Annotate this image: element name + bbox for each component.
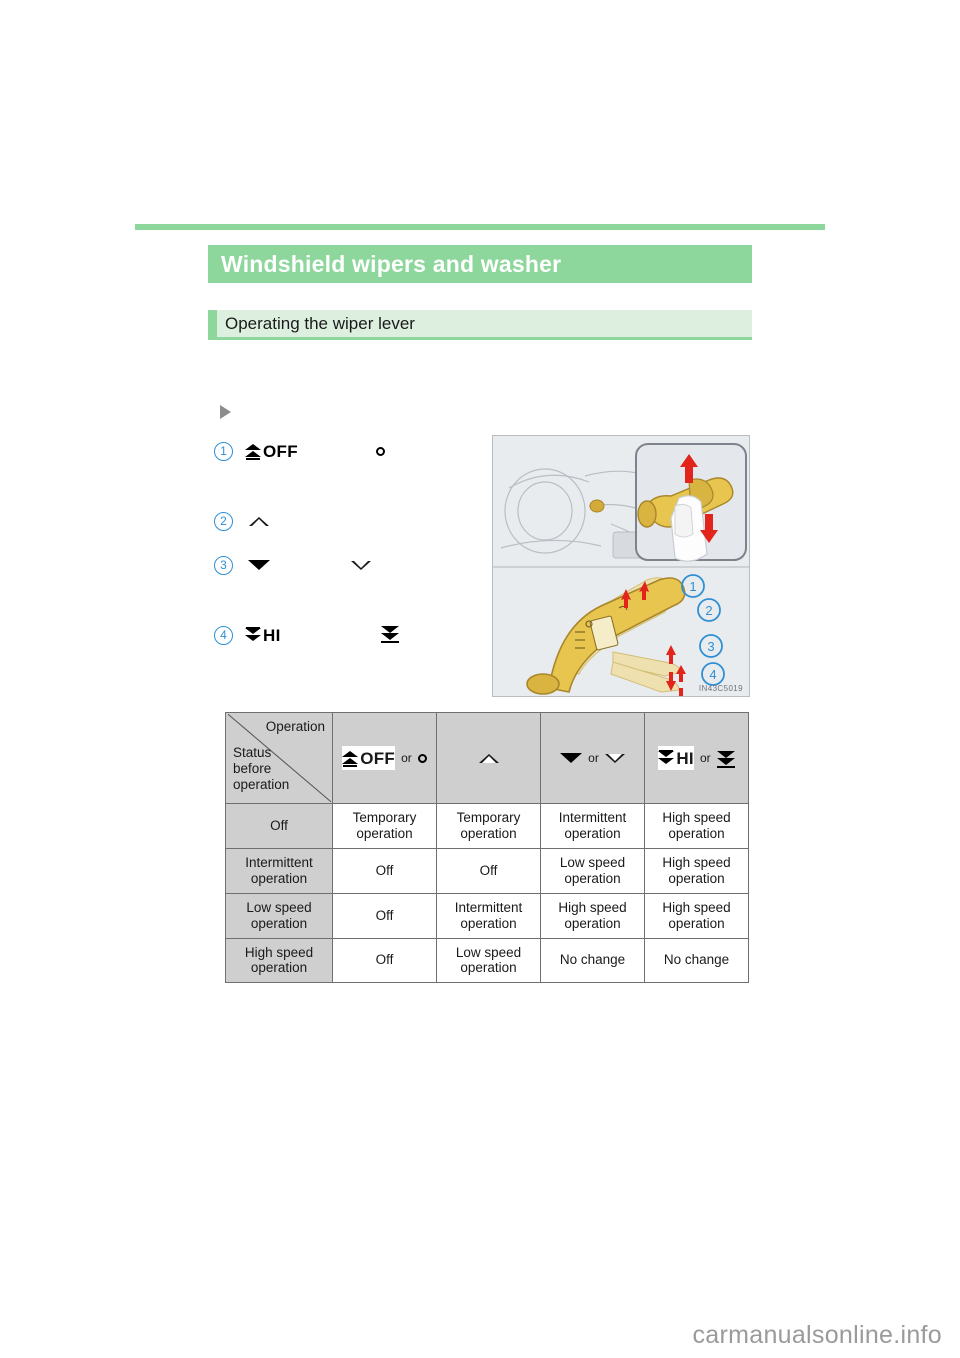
section-heading-bar: Operating the wiper lever bbox=[208, 310, 752, 340]
table-header-up bbox=[436, 712, 541, 804]
corner-row-label-line1: Status bbox=[233, 745, 272, 760]
list-item-4: 4 HI bbox=[214, 622, 286, 648]
cell-3-3: No change bbox=[644, 937, 749, 984]
corner-row-label-line3: operation bbox=[233, 777, 290, 793]
wiper-hi-glyph bbox=[245, 626, 261, 644]
cell-1-3: High speed operation bbox=[644, 847, 749, 894]
wiper-hi-icon: HI bbox=[240, 623, 286, 647]
wiper-hi-icon-header: HI bbox=[658, 746, 694, 770]
cell-2-3: High speed operation bbox=[644, 892, 749, 939]
illustration-art: 1 2 3 4 bbox=[493, 436, 749, 696]
triangle-up-open-glyph bbox=[249, 516, 269, 526]
mist-dot-icon bbox=[370, 439, 391, 463]
table-header-down: or bbox=[540, 712, 645, 804]
table-row: Intermittent operation Off Off Low speed… bbox=[225, 847, 749, 894]
cell-0-2: Intermittent operation bbox=[540, 803, 645, 849]
table-row: Off Temporary operation Temporary operat… bbox=[225, 803, 749, 849]
section-title: Operating the wiper lever bbox=[225, 314, 415, 333]
triangle-up-open-icon bbox=[240, 509, 278, 533]
callout-number-1: 1 bbox=[214, 441, 233, 461]
callout-number-3: 3 bbox=[214, 555, 233, 575]
wiper-operation-table: Operation Status before operation OFF or bbox=[225, 712, 749, 984]
triangle-down-solid-glyph bbox=[560, 753, 583, 763]
header-hi-label: HI bbox=[676, 748, 694, 768]
cell-3-0: Off bbox=[332, 937, 437, 984]
callout-number-2: 2 bbox=[214, 511, 233, 531]
row-status-2: Low speed operation bbox=[225, 892, 333, 939]
page-title: Windshield wipers and washer bbox=[221, 250, 562, 277]
header-hi-or: or bbox=[699, 750, 711, 765]
table-row: High speed operation Off Low speed opera… bbox=[225, 937, 749, 984]
triangle-down-solid-icon bbox=[240, 553, 278, 577]
header-off-or: or bbox=[401, 750, 412, 765]
table-corner-cell: Operation Status before operation bbox=[225, 712, 333, 804]
watermark: carmanualsonline.info bbox=[692, 1321, 942, 1349]
svg-text:3: 3 bbox=[707, 639, 714, 654]
header-down-or: or bbox=[588, 750, 599, 765]
wiper-hi-alt-glyph bbox=[381, 624, 399, 643]
triangle-down-open-icon bbox=[342, 553, 380, 577]
triangle-up-open-glyph bbox=[478, 753, 499, 763]
table-row: Low speed operation Off Intermittent ope… bbox=[225, 892, 749, 939]
list-item-3: 3 bbox=[214, 552, 278, 578]
svg-text:1: 1 bbox=[689, 579, 696, 594]
cell-1-1: Off bbox=[436, 847, 541, 894]
cell-0-3: High speed operation bbox=[644, 803, 749, 849]
svg-text:4: 4 bbox=[709, 667, 716, 682]
row-status-0: Off bbox=[225, 803, 333, 849]
svg-text:2: 2 bbox=[705, 603, 712, 618]
row-status-1: Intermittent operation bbox=[225, 847, 333, 894]
cell-2-0: Off bbox=[332, 892, 437, 939]
figure-code: IN43C5019 bbox=[698, 684, 743, 693]
table-header-row: Operation Status before operation OFF or bbox=[225, 712, 749, 804]
callout-number-4: 4 bbox=[214, 625, 233, 645]
cell-2-2: High speed operation bbox=[540, 892, 645, 939]
wiper-hi-alt-icon bbox=[371, 621, 409, 645]
triangle-down-open-glyph bbox=[351, 560, 371, 570]
corner-column-label: Operation bbox=[265, 719, 325, 734]
table-header-hi: HI or bbox=[644, 712, 749, 804]
wiper-off-glyph bbox=[342, 750, 359, 767]
cell-2-1: Intermittent operation bbox=[436, 892, 541, 939]
wiper-off-glyph bbox=[245, 443, 261, 460]
chapter-title-bar: Windshield wipers and washer bbox=[208, 245, 752, 283]
triangle-down-open-glyph bbox=[604, 753, 625, 763]
triangle-down-solid-glyph bbox=[248, 560, 270, 570]
cell-1-0: Off bbox=[332, 847, 437, 894]
row-status-3: High speed operation bbox=[225, 937, 333, 984]
cell-3-1: Low speed operation bbox=[436, 937, 541, 984]
wiper-lever-illustration: 1 2 3 4 IN43C5019 bbox=[492, 435, 750, 697]
cell-0-1: Temporary operation bbox=[436, 803, 541, 849]
table-header-off: OFF or bbox=[332, 712, 437, 804]
list-bullet-marker bbox=[220, 405, 232, 419]
wiper-hi-label: HI bbox=[263, 625, 281, 645]
top-green-rule bbox=[135, 224, 825, 230]
wiper-off-icon-header: OFF bbox=[342, 746, 396, 770]
triangle-right-icon bbox=[220, 405, 231, 419]
list-item-2: 2 bbox=[214, 508, 278, 534]
cell-3-2: No change bbox=[540, 937, 645, 984]
list-item-1: 1 OFF bbox=[214, 438, 303, 464]
wiper-hi-glyph bbox=[658, 749, 675, 767]
wiper-off-label: OFF bbox=[263, 441, 298, 461]
corner-row-label: Status before operation bbox=[233, 745, 289, 794]
corner-row-label-line2: before bbox=[233, 761, 272, 777]
header-off-label: OFF bbox=[360, 748, 396, 768]
wiper-hi-alt-glyph bbox=[716, 749, 735, 768]
manual-page: Windshield wipers and washer Operating t… bbox=[0, 0, 960, 1358]
wiper-off-icon: OFF bbox=[240, 439, 303, 463]
dot-glyph bbox=[417, 753, 427, 763]
dot-glyph bbox=[376, 446, 385, 456]
cell-0-0: Temporary operation bbox=[332, 803, 437, 849]
cell-1-2: Low speed operation bbox=[540, 847, 645, 894]
